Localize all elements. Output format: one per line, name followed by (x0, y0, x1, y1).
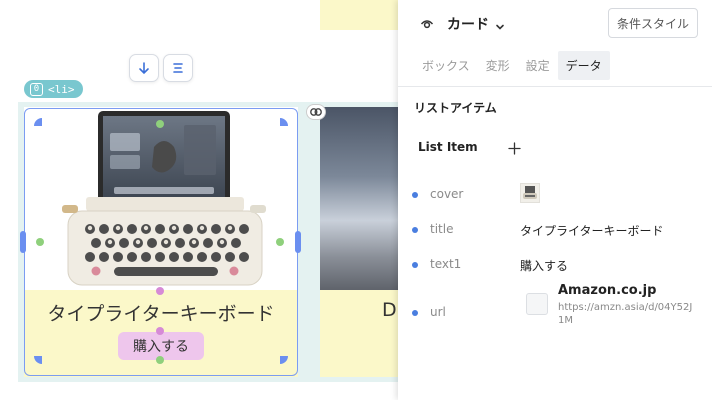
list-item-label: List Item (418, 140, 478, 154)
condition-style-button[interactable]: 条件スタイル (608, 8, 698, 38)
field-row-title[interactable]: title タイプライターキーボード (412, 220, 702, 240)
margin-handle-bottom[interactable] (156, 327, 164, 335)
field-key: url (430, 305, 446, 319)
resize-handle-left[interactable] (20, 231, 26, 253)
tab-transform[interactable]: 変形 (478, 51, 518, 80)
link-favicon (526, 293, 548, 315)
field-key: text1 (430, 257, 462, 271)
editor-canvas[interactable]: 0 <li> タイプライターキーボード 購入する D (0, 0, 398, 400)
typewriter-keyboard-image (62, 111, 266, 286)
cover-thumbnail[interactable] (520, 183, 540, 203)
tab-box[interactable]: ボックス (418, 51, 478, 80)
link-button[interactable] (306, 104, 326, 120)
field-row-cover[interactable]: cover (412, 183, 702, 205)
section-title: リストアイテム (414, 101, 497, 115)
card-title[interactable]: タイプライターキーボード (24, 299, 298, 326)
field-key: title (430, 222, 454, 236)
padding-handle-bottom[interactable] (156, 356, 164, 364)
text1-value[interactable]: 購入する (520, 257, 568, 274)
card-cover-image (320, 107, 398, 290)
link-url[interactable]: https://amzn.asia/d/04Y52J1M (558, 301, 698, 327)
card-cover-image (24, 107, 298, 290)
padding-handle-left[interactable] (36, 238, 44, 246)
padding-handle-top[interactable] (156, 120, 164, 128)
field-bullet (412, 262, 418, 268)
field-bullet (412, 310, 418, 316)
element-tag-badge[interactable]: 0 <li> (24, 80, 83, 98)
previous-section-block (320, 0, 398, 30)
element-index: 0 (30, 82, 43, 96)
link-icon (310, 108, 322, 116)
align-center-icon (173, 63, 183, 73)
chevron-down-icon[interactable] (495, 17, 505, 36)
field-row-text1[interactable]: text1 購入する (412, 255, 702, 275)
move-down-button[interactable] (129, 54, 159, 82)
margin-handle-top[interactable] (156, 287, 164, 295)
card-item[interactable]: D. (320, 107, 398, 377)
tab-data[interactable]: データ (557, 51, 610, 80)
inspector-tabs: ボックス 変形 設定 データ (418, 51, 610, 80)
element-tag-label: <li> (48, 82, 75, 96)
card-title[interactable]: D. (382, 299, 398, 321)
arrow-down-icon (139, 62, 149, 75)
title-value[interactable]: タイプライターキーボード (520, 222, 664, 239)
field-key: cover (430, 187, 464, 201)
header-divider (398, 86, 712, 87)
component-name[interactable]: カード (447, 14, 489, 34)
field-bullet (412, 227, 418, 233)
inspector-panel: カード 条件スタイル ボックス 変形 設定 データ リストアイテム List I… (398, 0, 712, 400)
align-center-button[interactable] (163, 54, 193, 82)
link-title[interactable]: Amazon.co.jp (558, 283, 656, 298)
add-item-button[interactable] (508, 140, 521, 159)
resize-handle-right[interactable] (295, 231, 301, 253)
padding-handle-right[interactable] (276, 238, 284, 246)
card-item[interactable]: タイプライターキーボード 購入する (24, 107, 298, 377)
field-row-url[interactable]: url Amazon.co.jp https://amzn.asia/d/04Y… (412, 283, 702, 326)
visibility-icon[interactable] (420, 16, 434, 35)
plus-icon (508, 142, 521, 155)
tab-settings[interactable]: 設定 (518, 51, 558, 80)
field-bullet (412, 192, 418, 198)
inspector-header: カード 条件スタイル (398, 0, 712, 44)
